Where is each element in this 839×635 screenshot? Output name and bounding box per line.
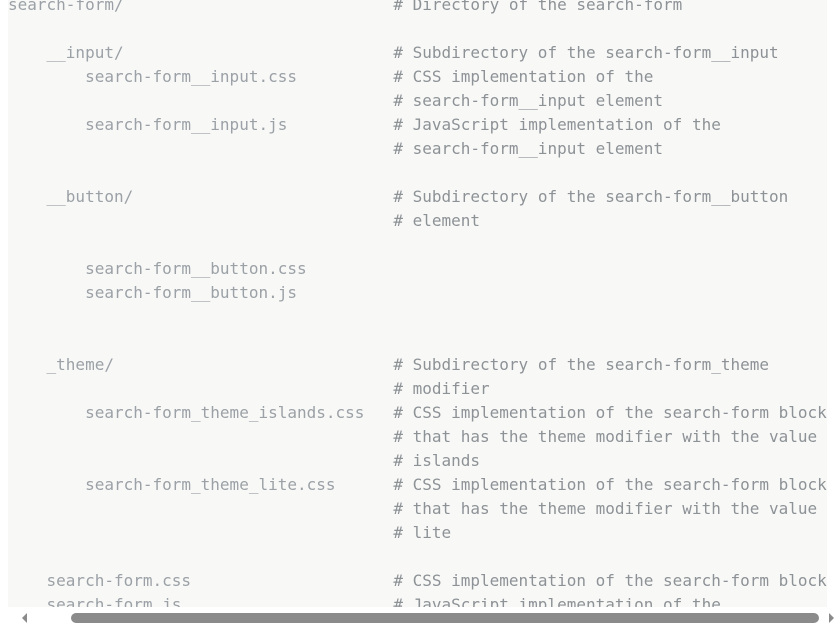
code-line-comment: # islands — [393, 451, 481, 470]
scrollbar-thumb[interactable] — [71, 613, 819, 623]
code-line-gap — [181, 595, 393, 607]
code-line-comment: # JavaScript implementation of the — [393, 595, 721, 607]
code-line-gap — [8, 427, 393, 446]
code-line: search-form.css # CSS implementation of … — [8, 569, 827, 593]
scrollbar-track[interactable] — [8, 607, 834, 629]
triangle-left-icon[interactable] — [19, 612, 31, 624]
code-line-path: search-form/ — [8, 0, 124, 14]
code-line: # that has the theme modifier with the v… — [8, 425, 827, 449]
code-block-text: search-form/ # Directory of the search-f… — [8, 0, 827, 607]
code-line-comment: # Subdirectory of the search-form__input — [393, 43, 779, 62]
code-line: # element — [8, 209, 827, 233]
code-line-path: search-form.js — [8, 595, 182, 607]
code-line-path: search-form.css — [8, 571, 192, 590]
code-line-gap — [124, 43, 394, 62]
code-line: search-form__input.css # CSS implementat… — [8, 65, 827, 89]
code-line-gap — [124, 0, 394, 14]
code-line-gap — [8, 211, 393, 230]
code-line-comment: # modifier — [393, 379, 490, 398]
code-line-gap — [8, 139, 393, 158]
code-line: search-form_theme_lite.css # CSS impleme… — [8, 473, 827, 497]
code-line: # lite — [8, 521, 827, 545]
code-line-gap — [8, 91, 393, 110]
code-line-comment: # Subdirectory of the search-form__butto… — [393, 187, 789, 206]
code-line-comment: # that has the theme modifier with the v… — [393, 499, 818, 518]
code-line: search-form.js # JavaScript implementati… — [8, 593, 827, 607]
code-line-comment: # Subdirectory of the search-form_theme — [393, 355, 770, 374]
code-line-path: search-form_theme_islands.css — [8, 403, 365, 422]
code-line-comment: # CSS implementation of the — [393, 67, 654, 86]
code-line-comment: # element — [393, 211, 481, 230]
code-line-gap — [8, 499, 393, 518]
code-line: search-form__button.css — [8, 257, 827, 281]
code-line: search-form__button.js — [8, 281, 827, 305]
code-line: _theme/ # Subdirectory of the search-for… — [8, 353, 827, 377]
code-line-gap — [336, 475, 394, 494]
horizontal-scrollbar[interactable] — [0, 607, 839, 635]
code-line-path: search-form__input.css — [8, 67, 297, 86]
code-line: # search-form__input element — [8, 89, 827, 113]
code-line-path: search-form__input.js — [8, 115, 288, 134]
code-line-comment: # Directory of the search-form — [393, 0, 683, 14]
code-block-panel: search-form/ # Directory of the search-f… — [8, 0, 827, 607]
code-line: # modifier — [8, 377, 827, 401]
code-line: search-form__input.js # JavaScript imple… — [8, 113, 827, 137]
code-line: __button/ # Subdirectory of the search-f… — [8, 185, 827, 209]
code-line-gap — [133, 187, 393, 206]
code-line-gap — [364, 403, 393, 422]
code-line-path: __button/ — [8, 187, 134, 206]
code-line-comment: # CSS implementation of the search-form … — [393, 475, 827, 494]
code-line-gap — [114, 355, 393, 374]
code-line: search-form/ # Directory of the search-f… — [8, 0, 827, 17]
code-line-comment: # that has the theme modifier with the v… — [393, 427, 818, 446]
code-line-path: search-form__button.css — [8, 259, 307, 278]
code-line-gap — [8, 379, 393, 398]
code-line-path: search-form__button.js — [8, 283, 297, 302]
code-line: __input/ # Subdirectory of the search-fo… — [8, 41, 827, 65]
code-line-gap — [297, 67, 393, 86]
code-line-path: search-form_theme_lite.css — [8, 475, 336, 494]
code-line-comment: # JavaScript implementation of the — [393, 115, 721, 134]
code-line: search-form_theme_islands.css # CSS impl… — [8, 401, 827, 425]
code-line-comment: # search-form__input element — [393, 139, 664, 158]
code-line: # search-form__input element — [8, 137, 827, 161]
code-line-path: __input/ — [8, 43, 124, 62]
code-line-comment: # CSS implementation of the search-form … — [393, 571, 827, 590]
code-line: # islands — [8, 449, 827, 473]
code-block-scroll-content: search-form/ # Directory of the search-f… — [8, 0, 827, 607]
code-line-gap — [8, 451, 393, 470]
screenshot-root: search-form/ # Directory of the search-f… — [0, 0, 839, 635]
triangle-right-icon[interactable] — [825, 612, 837, 624]
code-line: # that has the theme modifier with the v… — [8, 497, 827, 521]
code-line-gap — [8, 523, 393, 542]
code-line-path: _theme/ — [8, 355, 114, 374]
code-line-gap — [191, 571, 393, 590]
code-line-comment: # CSS implementation of the search-form … — [393, 403, 827, 422]
code-line-comment: # search-form__input element — [393, 91, 664, 110]
code-line-comment: # lite — [393, 523, 452, 542]
code-line-gap — [287, 115, 393, 134]
